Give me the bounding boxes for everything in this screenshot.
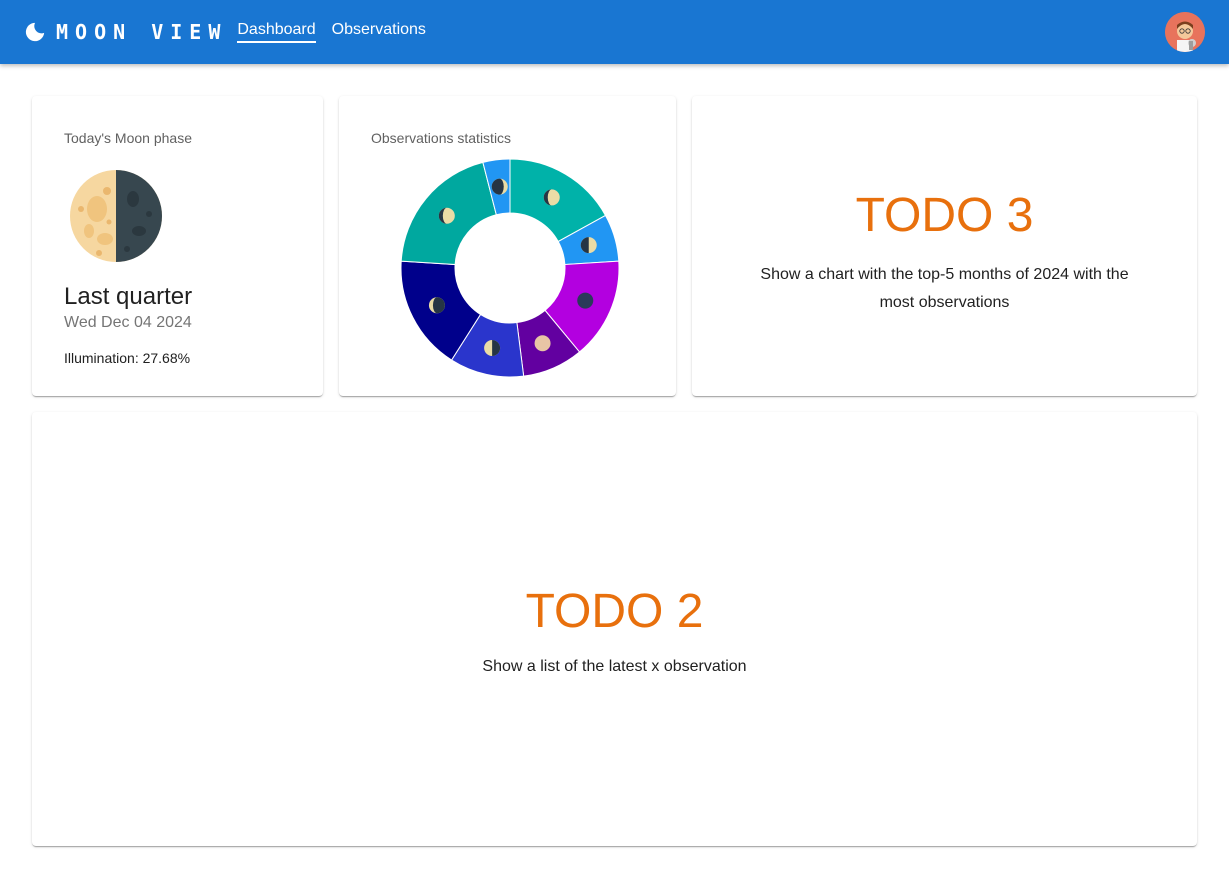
nav-dashboard[interactable]: Dashboard — [237, 21, 316, 43]
nav-observations[interactable]: Observations — [332, 21, 426, 43]
full-moon-icon — [534, 335, 551, 352]
crescent-moon-icon — [25, 22, 45, 42]
todo2-title: TODO 2 — [525, 585, 704, 638]
last-quarter-moon-icon — [70, 170, 162, 262]
moon-phase-card: Today's Moon phase Last quarter Wed Dec … — [32, 96, 323, 396]
main-nav: Dashboard Observations — [237, 21, 442, 43]
todo3-title: TODO 3 — [855, 189, 1034, 242]
todo2-content: TODO 2 Show a list of the latest x obser… — [32, 584, 1197, 681]
brand[interactable]: MOON VIEW — [24, 20, 227, 44]
todo2-description: Show a list of the latest x observation — [482, 658, 747, 675]
illumination-value: 27.68% — [142, 350, 191, 366]
illumination-label: Illumination: — [64, 350, 143, 366]
waxing-gibbous-icon — [438, 207, 455, 224]
waning-crescent-icon — [428, 297, 445, 314]
todo3-card: TODO 3 Show a chart with the top-5 month… — [692, 96, 1197, 396]
avatar[interactable] — [1165, 12, 1205, 52]
moon-card-title: Today's Moon phase — [64, 130, 192, 146]
last-quarter-icon — [484, 340, 501, 357]
todo2-card: TODO 2 Show a list of the latest x obser… — [32, 412, 1197, 846]
new-moon-icon — [577, 292, 594, 309]
waxing-crescent-icon — [491, 178, 508, 195]
stats-card-title: Observations statistics — [371, 130, 512, 146]
first-quarter-icon — [580, 237, 597, 254]
observations-donut-chart — [400, 158, 620, 378]
waxing-gibbous-icon — [543, 189, 560, 206]
app-bar: MOON VIEW Dashboard Observations — [0, 0, 1229, 64]
illumination-text: Illumination: 27.68% — [64, 350, 190, 366]
app-title: MOON VIEW — [56, 20, 228, 44]
todo3-content: TODO 3 Show a chart with the top-5 month… — [692, 188, 1197, 317]
observations-stats-card: Observations statistics — [339, 96, 676, 396]
moon-phase-date: Wed Dec 04 2024 — [64, 314, 192, 331]
todo3-description: Show a chart with the top-5 months of 20… — [760, 266, 1129, 311]
moon-phase-name: Last quarter — [64, 283, 193, 310]
user-avatar-icon — [1165, 12, 1205, 52]
